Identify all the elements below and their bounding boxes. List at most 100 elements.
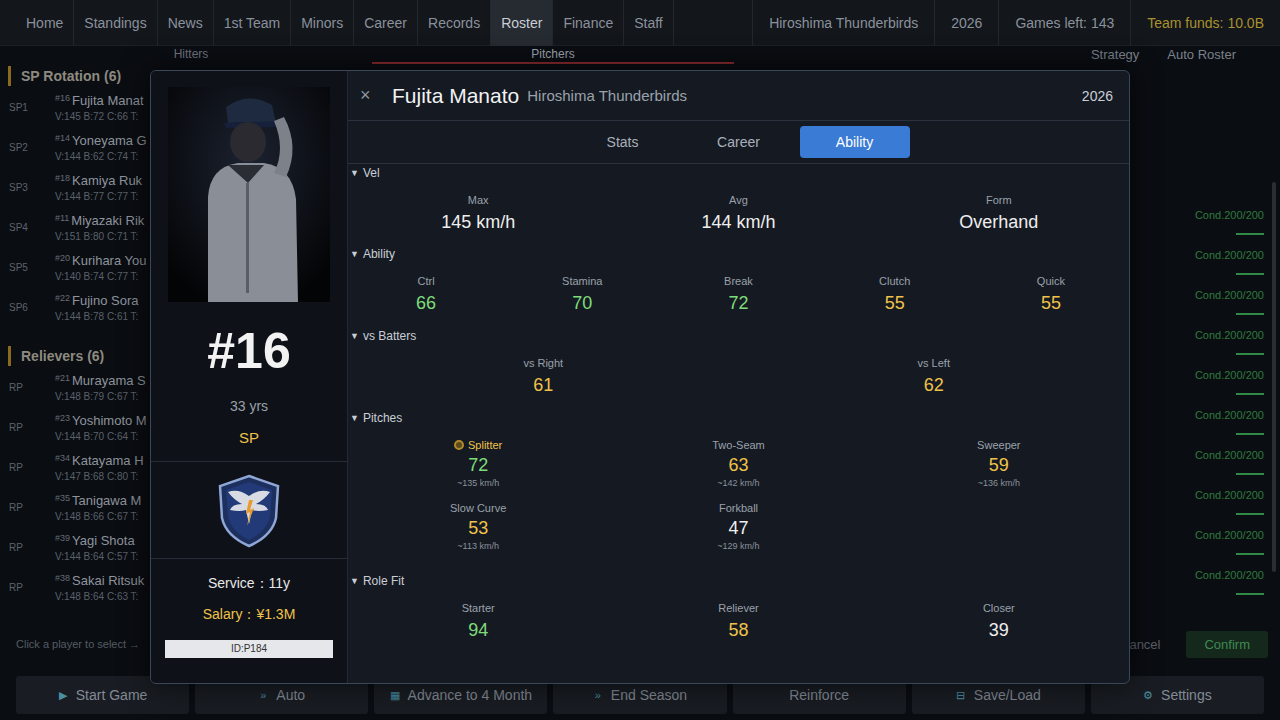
nav-tab[interactable]: Minors — [291, 0, 354, 46]
stat-label: Sweeper — [977, 438, 1020, 452]
player-number: #20 — [55, 253, 70, 263]
player-name: #18Kamiya Ruk — [55, 173, 142, 188]
stat-value: 53 — [468, 517, 488, 539]
stat-item: Splitter72~135 km/h — [348, 438, 608, 489]
section-grid: Splitter72~135 km/hTwo-Seam63~142 km/h Sw… — [348, 438, 1129, 552]
stat-label-text: Max — [468, 193, 489, 207]
condition-text: Cond.200/200 — [1195, 248, 1264, 262]
nav-tab[interactable]: Roster — [491, 0, 553, 46]
nav-tab[interactable]: Standings — [74, 0, 157, 46]
roster-row[interactable]: SP6#22Fujino SoraV:144 B:78 C:61 T: — [0, 287, 150, 327]
roster-row[interactable]: RP#35Tanigawa MV:148 B:66 C:67 T: — [0, 487, 150, 527]
row-body: #38Sakai RitsukV:148 B:64 C:63 T: — [55, 573, 144, 602]
nav-tab[interactable]: 1st Team — [214, 0, 292, 46]
roster-row[interactable]: RP#34Katayama HV:147 B:68 C:80 T: — [0, 447, 150, 487]
section-header[interactable]: ▼Vel — [348, 165, 1129, 181]
stat-item: Max145 km/h — [348, 193, 608, 233]
player-dialog: #1633 yrsSPService：11ySalary：¥1.3MID:P18… — [150, 70, 1130, 684]
row-body: #23Yoshimoto MV:144 B:70 C:64 T: — [55, 413, 147, 442]
condition-text: Cond.200/200 — [1195, 368, 1264, 382]
dialog-header: ×Fujita ManatoHiroshima Thunderbirds2026 — [348, 71, 1129, 121]
nav-tab[interactable]: Staff — [624, 0, 674, 46]
stat-label: Break — [724, 274, 753, 288]
section-header[interactable]: ▼vs Batters — [348, 328, 1129, 344]
info-item: Hiroshima Thunderbirds — [752, 0, 934, 46]
slot-label: RP — [0, 462, 55, 473]
stat-item: Reliever58 — [608, 601, 868, 641]
stat-value: 72 — [728, 292, 748, 314]
roster-row[interactable]: SP4#11Miyazaki RikV:151 B:80 C:71 T: — [0, 207, 150, 247]
section-title: Ability — [363, 246, 395, 262]
slot-label: SP4 — [0, 222, 55, 233]
condition-row: Cond.200/200 — [1196, 202, 1280, 242]
collapse-toggle[interactable]: ▼ — [350, 165, 359, 181]
nav-tab[interactable]: Records — [418, 0, 491, 46]
roster-row[interactable]: RP#23Yoshimoto MV:144 B:70 C:64 T: — [0, 407, 150, 447]
pitch-speed: ~113 km/h — [457, 540, 499, 552]
button-label: Save/Load — [974, 687, 1041, 703]
section-header[interactable]: ▼Ability — [348, 246, 1129, 262]
roster-row[interactable]: SP3#18Kamiya RukV:144 B:77 C:77 T: — [0, 167, 150, 207]
sub-tab[interactable]: Hitters — [10, 46, 372, 64]
scrollbar[interactable] — [1272, 182, 1276, 572]
collapse-toggle[interactable]: ▼ — [350, 573, 359, 589]
roster-row[interactable]: SP2#14Yoneyama GV:144 B:62 C:74 T: — [0, 127, 150, 167]
detail-section: ▼vs Battersvs Right61vs Left62 — [348, 327, 1129, 409]
nav-tab[interactable]: Finance — [553, 0, 624, 46]
player-position: SP — [239, 429, 259, 447]
condition-text: Cond.200/200 — [1195, 288, 1264, 302]
stat-item: Two-Seam63~142 km/h — [608, 438, 868, 489]
sub-tab[interactable]: Pitchers — [372, 46, 734, 64]
collapse-toggle[interactable]: ▼ — [350, 328, 359, 344]
stat-label: vs Right — [523, 356, 563, 370]
condition-track — [1236, 273, 1264, 275]
stat-label-text: Sweeper — [977, 438, 1020, 452]
row-body: #11Miyazaki RikV:151 B:80 C:71 T: — [55, 213, 144, 242]
section-header[interactable]: ▼Pitches — [348, 410, 1129, 426]
info-item: Team funds: 10.0B — [1130, 0, 1280, 46]
stat-value: 39 — [989, 619, 1009, 641]
stat-item: Slow Curve53~113 km/h — [348, 501, 608, 552]
confirm-button[interactable]: Confirm — [1186, 631, 1268, 658]
row-body: #18Kamiya RukV:144 B:77 C:77 T: — [55, 173, 142, 202]
sub-action-button[interactable]: Auto Roster — [1167, 46, 1236, 64]
collapse-toggle[interactable]: ▼ — [350, 410, 359, 426]
divider — [151, 558, 347, 559]
nav-tab[interactable]: Home — [16, 0, 74, 46]
stat-label-text: Clutch — [879, 274, 910, 288]
player-name-text: Sakai Ritsuk — [72, 573, 144, 588]
roster-row[interactable]: SP1#16Fujita ManatV:145 B:72 C:66 T: — [0, 87, 150, 127]
detail-section: ▼VelMax145 km/hAvg144 km/hFormOverhand — [348, 164, 1129, 245]
stat-label: Ctrl — [418, 274, 435, 288]
section-title: Role Fit — [363, 573, 404, 589]
detail-tab[interactable]: Ability — [800, 126, 910, 158]
stat-label-text: Splitter — [468, 438, 502, 452]
player-number: #38 — [55, 573, 70, 583]
detail-tab[interactable]: Stats — [568, 126, 678, 158]
condition-track — [1236, 593, 1264, 595]
condition-row: Cond.200/200 — [1196, 362, 1280, 402]
detail-tab[interactable]: Career — [684, 126, 794, 158]
condition-fill — [1236, 273, 1264, 275]
nav-tab[interactable]: Career — [354, 0, 418, 46]
stat-value: 63 — [728, 454, 748, 476]
condition-fill — [1236, 513, 1264, 515]
roster-row[interactable]: RP#38Sakai RitsukV:148 B:64 C:63 T: — [0, 567, 150, 607]
nav-tab[interactable]: News — [158, 0, 214, 46]
stat-value: 55 — [1041, 292, 1061, 314]
close-button[interactable]: × — [360, 85, 374, 106]
stat-value: 144 km/h — [701, 211, 775, 233]
condition-fill — [1236, 473, 1264, 475]
sub-action-button[interactable]: Strategy — [1091, 46, 1139, 64]
top-nav: HomeStandingsNews1st TeamMinorsCareerRec… — [0, 0, 1280, 46]
collapse-toggle[interactable]: ▼ — [350, 246, 359, 262]
stat-label: Splitter — [454, 438, 502, 452]
roster-row[interactable]: RP#39Yagi ShotaV:144 B:64 C:57 T: — [0, 527, 150, 567]
section-header[interactable]: ▼Role Fit — [348, 573, 1129, 589]
player-name: #34Katayama H — [55, 453, 144, 468]
roster-row[interactable]: RP#21Murayama SV:148 B:79 C:67 T: — [0, 367, 150, 407]
section-grid: Starter94Reliever58Closer39 — [348, 601, 1129, 641]
stat-item: Starter94 — [348, 601, 608, 641]
roster-row[interactable]: SP5#20Kurihara YouV:140 B:74 C:77 T: — [0, 247, 150, 287]
button-icon: ▦ — [390, 689, 400, 702]
